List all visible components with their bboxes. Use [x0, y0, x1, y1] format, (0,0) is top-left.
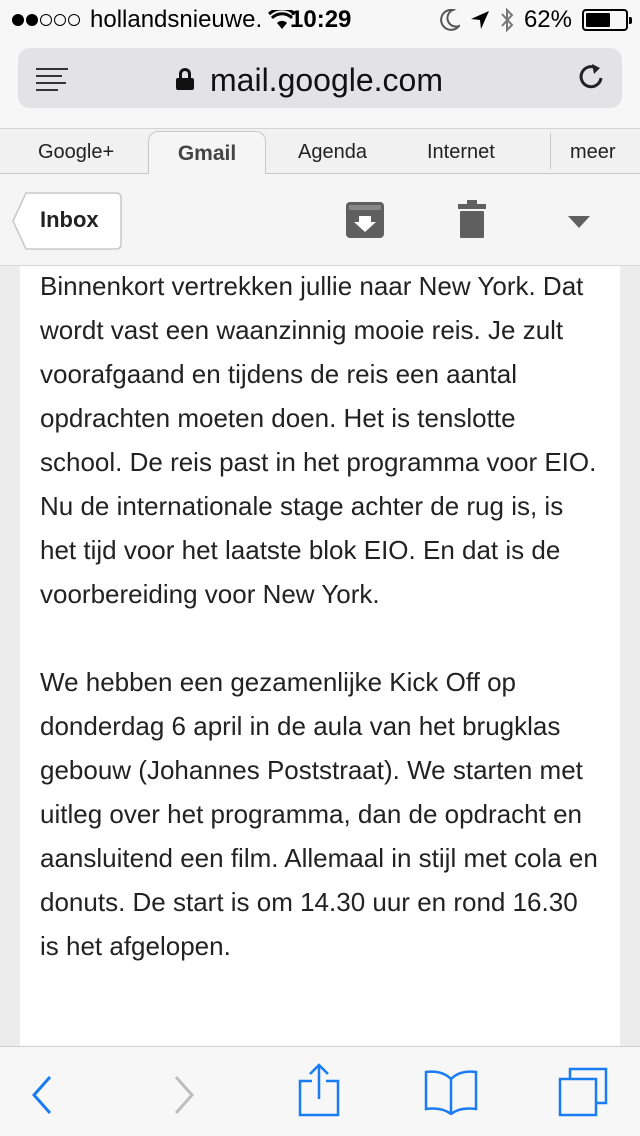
location-arrow-icon: [470, 11, 489, 29]
status-bar: hollandsnieuwe. 10:29 62%: [0, 0, 640, 40]
message-action-bar: Inbox: [0, 174, 640, 266]
battery-percentage: 62%: [523, 6, 572, 33]
chevron-down-icon[interactable]: [568, 216, 590, 228]
bluetooth-icon: [501, 8, 514, 32]
status-left: hollandsnieuwe.: [12, 6, 297, 34]
tab-more[interactable]: meer: [570, 141, 616, 164]
message-paragraph: We hebben een gezamenlijke Kick Off op d…: [40, 667, 598, 961]
address-bar[interactable]: mail.google.com: [18, 48, 622, 108]
reload-icon[interactable]: [576, 62, 606, 92]
tab-google-plus[interactable]: Google+: [38, 141, 114, 164]
message-body: Binnenkort vertrekken jullie naar New Yo…: [20, 266, 620, 1046]
trash-icon[interactable]: [458, 200, 486, 238]
tab-gmail[interactable]: Gmail: [148, 131, 266, 176]
tabs-icon[interactable]: [558, 1067, 608, 1117]
reader-menu-icon[interactable]: [36, 68, 68, 91]
back-to-inbox-button[interactable]: Inbox: [12, 192, 122, 250]
tab-internet[interactable]: Internet: [427, 141, 495, 164]
back-button-label: Inbox: [40, 207, 99, 232]
clock-time: 10:29: [290, 6, 352, 33]
message-paragraph: Binnenkort vertrekken jullie naar New Yo…: [40, 271, 597, 609]
back-arrow-icon[interactable]: [30, 1075, 54, 1115]
message-view[interactable]: Binnenkort vertrekken jullie naar New Yo…: [0, 266, 640, 1046]
forward-arrow-icon[interactable]: [172, 1075, 196, 1115]
tab-agenda[interactable]: Agenda: [298, 141, 367, 164]
browser-address-area: mail.google.com: [0, 40, 640, 128]
status-right: 62%: [440, 6, 632, 34]
google-nav-bar: Google+ Gmail Agenda Internet meer: [0, 128, 640, 176]
url-text[interactable]: mail.google.com: [210, 62, 443, 99]
battery-icon: [582, 9, 632, 31]
carrier-name: hollandsnieuwe.: [90, 6, 263, 33]
archive-icon[interactable]: [346, 202, 384, 238]
lock-icon: [176, 68, 194, 90]
battery-fill: [586, 13, 610, 27]
tab-divider: [550, 133, 551, 169]
browser-toolbar: [0, 1046, 640, 1136]
signal-strength-icon: [12, 14, 80, 26]
moon-icon: [440, 9, 460, 31]
share-icon[interactable]: [298, 1063, 340, 1117]
bookmarks-icon[interactable]: [424, 1069, 478, 1115]
